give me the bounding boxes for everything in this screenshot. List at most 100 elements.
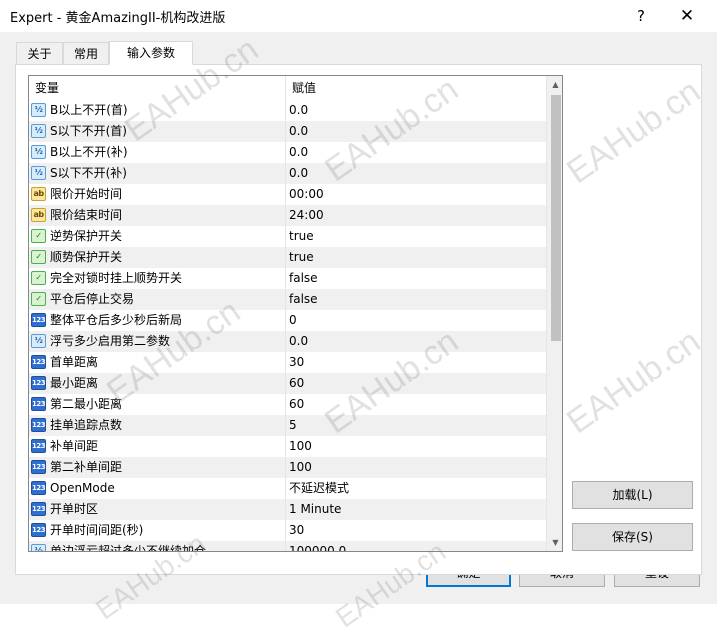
parameter-name-cell[interactable]: 123 第二补单间距 — [29, 457, 286, 478]
table-row[interactable]: 123 最小距离 60 — [29, 373, 546, 394]
table-row[interactable]: ab 限价开始时间 00:00 — [29, 184, 546, 205]
parameter-name: 限价结束时间 — [50, 208, 123, 222]
save-button[interactable]: 保存(S) — [572, 523, 693, 551]
table-row[interactable]: ✓ 顺势保护开关 true — [29, 247, 546, 268]
double-icon: ½ — [31, 334, 46, 348]
parameter-name: 浮亏多少启用第二参数 — [50, 334, 171, 348]
table-row[interactable]: ½ S以下不开(补) 0.0 — [29, 163, 546, 184]
title-bar[interactable]: Expert - 黄金AmazingII-机构改进版 ? ✕ — [0, 0, 717, 32]
parameter-value-cell[interactable]: 0.0 — [286, 142, 546, 163]
parameter-name-cell[interactable]: 123 整体平仓后多少秒后新局 — [29, 310, 286, 331]
parameter-name-cell[interactable]: ½ 浮亏多少启用第二参数 — [29, 331, 286, 352]
tab-inputs[interactable]: 输入参数 — [109, 41, 193, 65]
parameter-name-cell[interactable]: ab 限价结束时间 — [29, 205, 286, 226]
parameter-name-cell[interactable]: ½ B以上不开(首) — [29, 100, 286, 121]
parameter-name-cell[interactable]: ✓ 平仓后停止交易 — [29, 289, 286, 310]
parameter-name-cell[interactable]: 123 首单距离 — [29, 352, 286, 373]
scrollbar-thumb[interactable] — [551, 95, 561, 341]
parameter-value-cell[interactable]: 不延迟模式 — [286, 478, 546, 499]
parameter-value-cell[interactable]: 0.0 — [286, 163, 546, 184]
parameter-name-cell[interactable]: 123 最小距离 — [29, 373, 286, 394]
parameter-value-cell[interactable]: 100 — [286, 457, 546, 478]
parameter-name: 第二最小距离 — [50, 397, 123, 411]
scroll-down-arrow-icon[interactable]: ▼ — [547, 534, 562, 551]
table-row[interactable]: 123 整体平仓后多少秒后新局 0 — [29, 310, 546, 331]
vertical-scrollbar[interactable]: ▲ ▼ — [546, 76, 562, 551]
parameter-value-cell[interactable]: true — [286, 247, 546, 268]
enum-icon: 123 — [31, 502, 46, 516]
parameter-name-cell[interactable]: 123 开单时区 — [29, 499, 286, 520]
table-row[interactable]: ½ B以上不开(补) 0.0 — [29, 142, 546, 163]
parameter-name-cell[interactable]: ½ 单边浮亏超过多少不继续加仓 — [29, 541, 286, 552]
parameter-value-cell[interactable]: 1 Minute — [286, 499, 546, 520]
table-row[interactable]: ½ B以上不开(首) 0.0 — [29, 100, 546, 121]
parameter-name-cell[interactable]: 123 第二最小距离 — [29, 394, 286, 415]
parameter-name-cell[interactable]: ✓ 完全对锁时挂上顺势开关 — [29, 268, 286, 289]
parameter-value-cell[interactable]: 0 — [286, 310, 546, 331]
help-button[interactable]: ? — [618, 0, 664, 32]
parameter-name-cell[interactable]: 123 OpenMode — [29, 478, 286, 499]
tab-common[interactable]: 常用 — [63, 42, 109, 64]
column-header-variable[interactable]: 变量 — [29, 76, 286, 100]
tab-about[interactable]: 关于 — [16, 42, 63, 64]
table-row[interactable]: 123 第二最小距离 60 — [29, 394, 546, 415]
parameter-value-cell[interactable]: 30 — [286, 520, 546, 541]
parameter-value-cell[interactable]: true — [286, 226, 546, 247]
enum-icon: 123 — [31, 481, 46, 495]
parameter-value-cell[interactable]: 5 — [286, 415, 546, 436]
parameter-value-cell[interactable]: 0.0 — [286, 121, 546, 142]
table-row[interactable]: 123 挂单追踪点数 5 — [29, 415, 546, 436]
parameter-name: B以上不开(首) — [50, 103, 128, 117]
table-row[interactable]: 123 OpenMode 不延迟模式 — [29, 478, 546, 499]
table-row[interactable]: ✓ 平仓后停止交易 false — [29, 289, 546, 310]
table-row[interactable]: ✓ 逆势保护开关 true — [29, 226, 546, 247]
parameter-name-cell[interactable]: 123 挂单追踪点数 — [29, 415, 286, 436]
parameter-value-cell[interactable]: false — [286, 268, 546, 289]
parameter-value-cell[interactable]: 0.0 — [286, 331, 546, 352]
parameter-value-cell[interactable]: 60 — [286, 373, 546, 394]
parameter-name: 最小距离 — [50, 376, 99, 390]
column-header-value[interactable]: 赋值 — [286, 76, 546, 100]
int-icon: 123 — [31, 397, 46, 411]
parameter-name: S以下不开(补) — [50, 166, 127, 180]
parameter-name: 单边浮亏超过多少不继续加仓 — [50, 544, 207, 552]
parameter-name: 整体平仓后多少秒后新局 — [50, 313, 183, 327]
string-icon: ab — [31, 187, 46, 201]
parameter-name-cell[interactable]: ½ S以下不开(补) — [29, 163, 286, 184]
table-row[interactable]: ✓ 完全对锁时挂上顺势开关 false — [29, 268, 546, 289]
table-row[interactable]: ½ 浮亏多少启用第二参数 0.0 — [29, 331, 546, 352]
parameter-name: 限价开始时间 — [50, 187, 123, 201]
close-button[interactable]: ✕ — [664, 0, 710, 32]
parameter-name-cell[interactable]: ✓ 逆势保护开关 — [29, 226, 286, 247]
load-button[interactable]: 加载(L) — [572, 481, 693, 509]
int-icon: 123 — [31, 523, 46, 537]
parameter-name-cell[interactable]: 123 补单间距 — [29, 436, 286, 457]
parameter-name-cell[interactable]: ½ B以上不开(补) — [29, 142, 286, 163]
table-row[interactable]: ab 限价结束时间 24:00 — [29, 205, 546, 226]
parameter-value-cell[interactable]: 0.0 — [286, 100, 546, 121]
table-row[interactable]: ½ S以下不开(首) 0.0 — [29, 121, 546, 142]
grid-header: 变量 赋值 — [29, 76, 546, 101]
parameter-value-cell[interactable]: 60 — [286, 394, 546, 415]
window-title: Expert - 黄金AmazingII-机构改进版 — [10, 11, 226, 26]
table-row[interactable]: 123 补单间距 100 — [29, 436, 546, 457]
parameter-value-cell[interactable]: 100000.0 — [286, 541, 546, 551]
parameter-value-cell[interactable]: 00:00 — [286, 184, 546, 205]
parameter-name-cell[interactable]: ✓ 顺势保护开关 — [29, 247, 286, 268]
table-row[interactable]: 123 开单时区 1 Minute — [29, 499, 546, 520]
parameter-value-cell[interactable]: 30 — [286, 352, 546, 373]
parameter-name-cell[interactable]: ab 限价开始时间 — [29, 184, 286, 205]
parameter-name: S以下不开(首) — [50, 124, 127, 138]
table-row[interactable]: 123 开单时间间距(秒) 30 — [29, 520, 546, 541]
parameter-name-cell[interactable]: 123 开单时间间距(秒) — [29, 520, 286, 541]
table-row[interactable]: 123 首单距离 30 — [29, 352, 546, 373]
grid-rows: ½ B以上不开(首) 0.0 ½ S以下不开(首) 0.0 ½ B以上不开(补) 0.0 ½ S以下… — [29, 100, 546, 552]
parameter-value-cell[interactable]: false — [286, 289, 546, 310]
scroll-up-arrow-icon[interactable]: ▲ — [547, 76, 562, 93]
parameter-value-cell[interactable]: 100 — [286, 436, 546, 457]
int-icon: 123 — [31, 439, 46, 453]
parameter-name-cell[interactable]: ½ S以下不开(首) — [29, 121, 286, 142]
table-row[interactable]: ½ 单边浮亏超过多少不继续加仓 100000.0 — [29, 541, 546, 552]
table-row[interactable]: 123 第二补单间距 100 — [29, 457, 546, 478]
parameter-value-cell[interactable]: 24:00 — [286, 205, 546, 226]
